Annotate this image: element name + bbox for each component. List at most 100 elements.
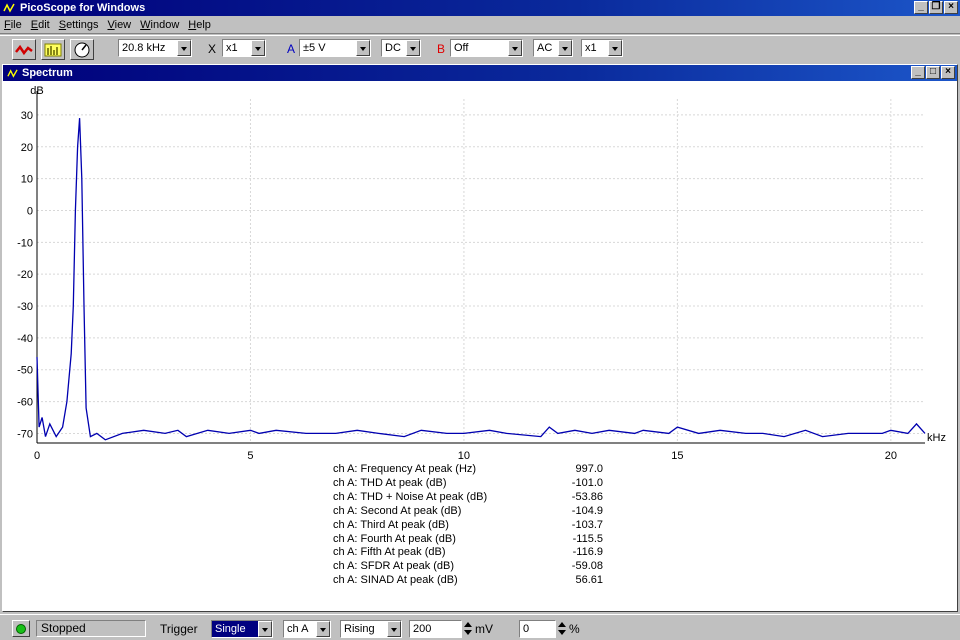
menu-bar: File Edit Settings View Window Help [0, 16, 960, 34]
measurement-label: ch A: Fifth At peak (dB) [333, 546, 446, 559]
minimize-icon[interactable]: _ [911, 66, 925, 79]
chevron-down-icon[interactable] [558, 40, 572, 56]
spectrum-icon [44, 43, 62, 56]
meter-button[interactable] [70, 39, 94, 60]
measurement-value: -103.7 [571, 518, 603, 531]
app-title-bar: PicoScope for Windows _ ❐ × [0, 0, 960, 16]
spectrum-trace [36, 118, 926, 441]
close-icon[interactable]: × [944, 1, 958, 14]
measurement-value: -104.9 [571, 504, 603, 517]
measurement-value: -116.9 [572, 546, 603, 559]
picoscope-app-icon [7, 68, 18, 78]
menu-help[interactable]: Help [188, 19, 211, 31]
app-title: PicoScope for Windows [20, 2, 146, 14]
trigger-mode-select[interactable]: Single [211, 620, 273, 638]
x-tick-label: 15 [671, 450, 683, 462]
x-tick-label: 5 [247, 450, 253, 462]
channel-b-range-select[interactable]: Off [450, 39, 523, 57]
y-tick-label: -30 [17, 301, 33, 313]
go-button[interactable] [12, 620, 30, 637]
measurement-value: -101.0 [571, 476, 603, 489]
y-axis-label: dB [30, 85, 43, 97]
chevron-down-icon[interactable] [508, 40, 522, 56]
measurement-row: ch A: Frequency At peak (Hz) 997.0 [333, 463, 633, 477]
y-tick-label: -40 [17, 333, 33, 345]
threshold-spinner-icon[interactable] [463, 620, 472, 638]
chevron-down-icon[interactable] [258, 621, 272, 637]
menu-window[interactable]: Window [140, 19, 179, 31]
status-led-icon [16, 623, 26, 634]
measurement-row: ch A: SINAD At peak (dB) 56.61 [333, 574, 633, 588]
menu-edit[interactable]: Edit [31, 19, 50, 31]
channel-b-label: B [437, 42, 446, 56]
y-tick-label: 20 [21, 142, 33, 154]
picoscope-app-icon [3, 3, 15, 13]
trigger-threshold-input[interactable]: 200 [409, 620, 462, 638]
measurement-label: ch A: Fourth At peak (dB) [333, 532, 456, 545]
y-tick-label: 10 [21, 174, 33, 186]
spectrum-button[interactable] [41, 39, 65, 60]
spectrum-title: Spectrum [22, 67, 73, 79]
x-tick-label: 10 [458, 450, 470, 462]
spectrum-window-controls: _ □ × [911, 66, 955, 79]
y-tick-label: -60 [17, 397, 33, 409]
measurements-table: ch A: Frequency At peak (Hz) 997.0 ch A: T… [333, 463, 633, 588]
toolbar: 20.8 kHz X x1 A ±5 V DC B Off AC x1 [0, 35, 960, 61]
y-tick-label: 30 [21, 110, 33, 122]
x-tick-label: 20 [885, 450, 897, 462]
chevron-down-icon[interactable] [251, 40, 265, 56]
menu-file[interactable]: File [4, 19, 22, 31]
minimize-icon[interactable]: _ [914, 1, 928, 14]
measurement-label: ch A: Second At peak (dB) [333, 504, 462, 517]
chevron-down-icon[interactable] [316, 621, 330, 637]
channel-a-coupling-select[interactable]: DC [381, 39, 421, 57]
spectrum-window: Spectrum _ □ × 30 20 10 0 -10 -20 -30 -40 -50 -60… [2, 64, 958, 612]
maximize-icon[interactable]: □ [926, 66, 940, 79]
trigger-channel-select[interactable]: ch A [283, 620, 331, 638]
channel-a-label: A [287, 42, 296, 56]
trigger-edge-select[interactable]: Rising [340, 620, 402, 638]
oscilloscope-icon [15, 42, 33, 57]
x-axis-label: kHz [927, 432, 946, 444]
delay-spinner-icon[interactable] [557, 620, 566, 638]
close-icon[interactable]: × [941, 66, 955, 79]
measurement-value: 997.0 [575, 463, 603, 475]
restore-icon[interactable]: ❐ [929, 1, 943, 14]
x-multiplier-label: X [208, 42, 217, 56]
oscilloscope-button[interactable] [12, 39, 36, 60]
y-tick-label: -50 [17, 365, 33, 377]
measurement-label: ch A: SINAD At peak (dB) [333, 574, 458, 587]
chevron-down-icon[interactable] [608, 40, 622, 56]
chevron-down-icon[interactable] [387, 621, 401, 637]
spectrum-title-bar: Spectrum _ □ × [3, 65, 957, 81]
meter-icon [74, 42, 90, 57]
channel-b-multiplier-select[interactable]: x1 [581, 39, 623, 57]
x-multiplier-select[interactable]: x1 [222, 39, 266, 57]
measurement-label: ch A: THD At peak (dB) [333, 476, 447, 489]
status-text: Stopped [36, 620, 146, 637]
measurement-label: ch A: Frequency At peak (Hz) [333, 463, 477, 475]
timebase-select[interactable]: 20.8 kHz [118, 39, 192, 57]
chevron-down-icon[interactable] [177, 40, 191, 56]
y-tick-label: -20 [17, 269, 33, 281]
measurement-label: ch A: Third At peak (dB) [333, 518, 449, 531]
delay-unit: % [569, 622, 580, 636]
measurement-row: ch A: THD At peak (dB) -101.0 [333, 477, 633, 491]
trigger-delay-input[interactable]: 0 [519, 620, 556, 638]
y-tick-label: 0 [27, 205, 33, 217]
channel-a-range-select[interactable]: ±5 V [299, 39, 371, 57]
measurement-value: -59.08 [571, 560, 603, 573]
menu-settings[interactable]: Settings [59, 19, 99, 31]
y-tick-label: -10 [17, 237, 33, 249]
measurement-row: ch A: Fifth At peak (dB) -116.9 [333, 546, 633, 560]
chevron-down-icon[interactable] [406, 40, 420, 56]
chevron-down-icon[interactable] [356, 40, 370, 56]
channel-b-coupling-select[interactable]: AC [533, 39, 573, 57]
measurement-value: -115.5 [572, 532, 603, 545]
menu-view[interactable]: View [107, 19, 131, 31]
measurement-row: ch A: SFDR At peak (dB) -59.08 [333, 560, 633, 574]
window-controls: _ ❐ × [914, 1, 958, 14]
measurement-value: 56.61 [575, 574, 603, 587]
measurement-label: ch A: THD + Noise At peak (dB) [333, 490, 488, 503]
measurement-label: ch A: SFDR At peak (dB) [333, 560, 455, 573]
